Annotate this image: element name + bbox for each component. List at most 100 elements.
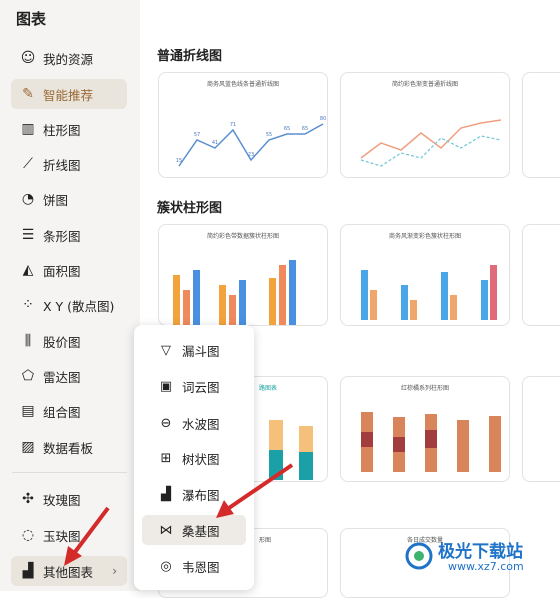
watermark-url: www.xz7.com bbox=[448, 560, 524, 573]
sidebar-item-my-resources[interactable]: ☺ 我的资源 bbox=[11, 43, 127, 73]
chart-card-colorful-cluster-bar[interactable]: 简约彩色带数据簇状柱形图 bbox=[158, 224, 328, 326]
bar bbox=[401, 285, 408, 320]
sidebar-divider bbox=[12, 472, 127, 473]
sidebar-item-label: 饼图 bbox=[43, 192, 69, 208]
line-chart-icon: ⟋ bbox=[23, 156, 33, 172]
card-title: 简约彩色带数据簇状柱形图 bbox=[206, 233, 279, 240]
card-title: 红棕橘系列柱形图 bbox=[400, 385, 449, 392]
bar bbox=[183, 290, 190, 325]
sidebar-item-label: 智能推荐 bbox=[43, 87, 94, 103]
bar bbox=[299, 426, 313, 452]
bar bbox=[361, 432, 373, 447]
stock-chart-icon: ⫼ bbox=[24, 333, 32, 349]
radar-chart-icon: ⬠ bbox=[21, 368, 35, 384]
sidebar-item-label: 柱形图 bbox=[43, 122, 81, 138]
sidebar-item-combo-chart[interactable]: ▤ 组合图 bbox=[11, 396, 127, 426]
chart-category-sidebar: 图表 ☺ 我的资源 ✎ 智能推荐 ▥ 柱形图 ⟋ 折线图 ◔ 饼图 ☰ 条形图 … bbox=[0, 0, 140, 591]
data-label: 65 bbox=[302, 126, 308, 132]
popup-item-label: 桑基图 bbox=[182, 523, 220, 539]
sidebar-item-dashboard[interactable]: ▨ 数据看板 bbox=[11, 432, 127, 462]
bar bbox=[269, 450, 283, 480]
dashboard-icon: ▨ bbox=[21, 439, 35, 455]
chart-card-partial-bar[interactable] bbox=[522, 224, 560, 326]
sidebar-item-hbar-chart[interactable]: ☰ 条形图 bbox=[11, 220, 127, 250]
sidebar-item-line-chart[interactable]: ⟋ 折线图 bbox=[11, 149, 127, 179]
popup-item-label: 词云图 bbox=[182, 379, 220, 395]
sidebar-item-label: 数据看板 bbox=[43, 440, 94, 456]
popup-item-wordcloud[interactable]: ▣ 词云图 bbox=[142, 371, 246, 401]
bar bbox=[481, 280, 488, 320]
popup-item-label: 漏斗图 bbox=[182, 343, 220, 359]
data-label: 15 bbox=[176, 158, 182, 164]
bar bbox=[490, 265, 497, 320]
wordcloud-icon: ▣ bbox=[159, 378, 173, 394]
chart-card-partial-line[interactable] bbox=[522, 72, 560, 178]
watermark: 极光下载站 www.xz7.com bbox=[404, 537, 554, 577]
funnel-icon: ▽ bbox=[161, 342, 171, 358]
card-title: 简约彩色渐变普通折线图 bbox=[391, 81, 458, 88]
line-series-orange bbox=[360, 119, 502, 159]
line-chart-thumbnail: 15 57 41 71 23 55 65 65 80 bbox=[176, 116, 326, 167]
data-label: 23 bbox=[248, 152, 254, 158]
sidebar-item-smart-recommend[interactable]: ✎ 智能推荐 bbox=[11, 79, 127, 109]
treemap-icon: ⊞ bbox=[160, 450, 172, 466]
chevron-right-icon: › bbox=[112, 564, 117, 578]
sidebar-item-label: 股价图 bbox=[43, 334, 81, 350]
card-title: 商务风蓝色线条普通折线图 bbox=[206, 81, 279, 88]
bar bbox=[269, 278, 276, 325]
hbar-chart-icon: ☰ bbox=[21, 227, 35, 243]
section-title-cluster-bar: 簇状柱形图 bbox=[157, 201, 223, 216]
chart-card-gradient-cluster-bar[interactable]: 商务风渐变彩色簇状柱形图 bbox=[340, 224, 510, 326]
card-title: 商务风渐变彩色簇状柱形图 bbox=[388, 233, 461, 240]
chart-card-red-brown-bar[interactable]: 红棕橘系列柱形图 bbox=[340, 376, 510, 482]
sidebar-item-label: 其他图表 bbox=[43, 564, 94, 580]
bar bbox=[193, 270, 200, 325]
popup-item-treemap[interactable]: ⊞ 树状图 bbox=[142, 443, 246, 473]
other-chart-icon: ▟ bbox=[22, 563, 34, 579]
popup-item-funnel[interactable]: ▽ 漏斗图 bbox=[142, 335, 246, 365]
bar bbox=[370, 290, 377, 320]
bar-chart-icon: ▥ bbox=[21, 121, 35, 137]
bar bbox=[299, 452, 313, 480]
popup-item-sankey[interactable]: ⋈ 桑基图 bbox=[142, 515, 246, 545]
sidebar-item-radar-chart[interactable]: ⬠ 雷达图 bbox=[11, 361, 127, 391]
sidebar-item-bar-chart[interactable]: ▥ 柱形图 bbox=[11, 114, 127, 144]
sidebar-item-ring-chart[interactable]: ◌ 玉玦图 bbox=[11, 520, 127, 550]
sidebar-item-other-charts[interactable]: ▟ 其他图表 › bbox=[11, 556, 127, 586]
watermark-text: 极光下载站 bbox=[438, 542, 523, 562]
bar bbox=[441, 272, 448, 320]
sidebar-item-pie-chart[interactable]: ◔ 饼图 bbox=[11, 184, 127, 214]
sidebar-item-scatter-chart[interactable]: ⁘ X Y (散点图) bbox=[11, 290, 127, 320]
area-chart-icon: ◭ bbox=[22, 262, 34, 278]
sidebar-item-stock-chart[interactable]: ⫼ 股价图 bbox=[11, 326, 127, 356]
bar bbox=[410, 300, 417, 320]
data-label: 71 bbox=[230, 122, 236, 128]
user-icon: ☺ bbox=[20, 50, 36, 66]
popup-item-wave[interactable]: ⊖ 水波图 bbox=[142, 408, 246, 438]
combo-chart-icon: ▤ bbox=[21, 403, 35, 419]
bar-chart-thumbnail bbox=[173, 260, 296, 325]
popup-item-label: 树状图 bbox=[182, 451, 220, 467]
bar bbox=[229, 295, 236, 325]
sidebar-title: 图表 bbox=[16, 10, 47, 28]
popup-item-venn[interactable]: ◎ 韦恩图 bbox=[142, 551, 246, 581]
data-label: 57 bbox=[194, 132, 200, 138]
chart-card-blue-line[interactable]: 商务风蓝色线条普通折线图 15 57 41 71 23 55 65 65 80 bbox=[158, 72, 328, 178]
wave-icon: ⊖ bbox=[160, 415, 172, 431]
data-label: 41 bbox=[212, 140, 218, 146]
sidebar-item-rose-chart[interactable]: ✣ 玫瑰图 bbox=[11, 484, 127, 514]
sidebar-item-label: 折线图 bbox=[43, 157, 81, 173]
sidebar-item-label: 面积图 bbox=[43, 263, 81, 279]
sidebar-item-label: 我的资源 bbox=[43, 51, 94, 67]
bar bbox=[173, 275, 180, 325]
sankey-icon: ⋈ bbox=[159, 522, 173, 538]
chart-card-gradient-line[interactable]: 简约彩色渐变普通折线图 bbox=[340, 72, 510, 178]
pie-chart-icon: ◔ bbox=[21, 191, 35, 207]
scatter-chart-icon: ⁘ bbox=[22, 297, 34, 313]
chart-card-partial-stacked[interactable] bbox=[522, 376, 560, 482]
popup-item-waterfall[interactable]: ▟ 瀑布图 bbox=[142, 479, 246, 509]
sidebar-item-label: 雷达图 bbox=[43, 369, 81, 385]
bar bbox=[269, 420, 283, 450]
sidebar-item-area-chart[interactable]: ◭ 面积图 bbox=[11, 255, 127, 285]
venn-icon: ◎ bbox=[160, 558, 172, 574]
